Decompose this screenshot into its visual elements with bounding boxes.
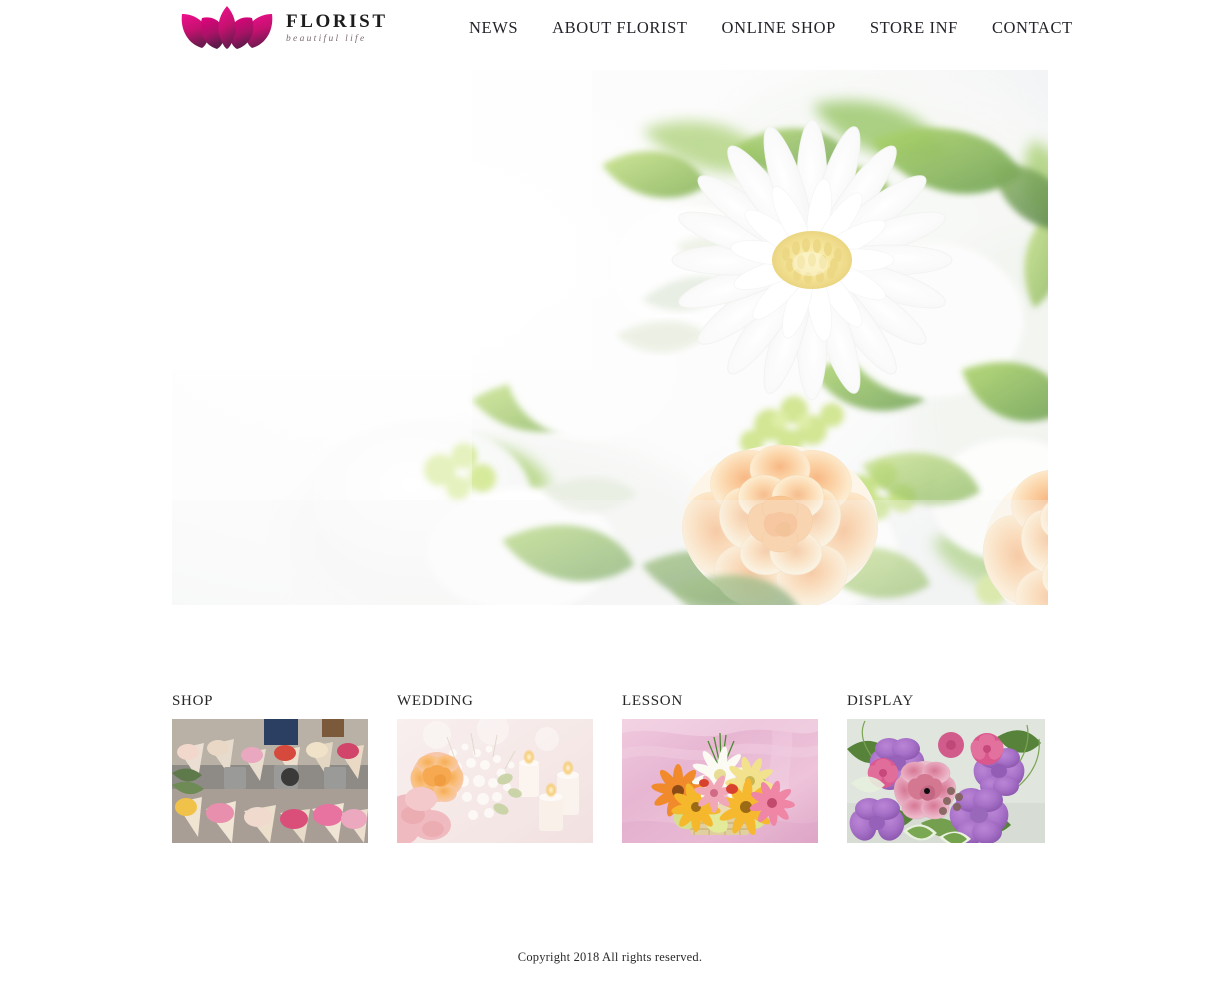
page-root: FLORIST beautiful life NEWS ABOUT FLORIS… xyxy=(0,0,1220,986)
copyright-text: Copyright 2018 All rights reserved. xyxy=(517,950,703,964)
nav-item-store-inf[interactable]: STORE INF xyxy=(853,18,975,38)
site-header: FLORIST beautiful life NEWS ABOUT FLORIS… xyxy=(0,0,1220,55)
nav-item-online-shop[interactable]: ONLINE SHOP xyxy=(705,18,853,38)
category-grid: SHOP WEDDING LESSON DISPLAY xyxy=(172,694,1048,843)
brand-logo-link[interactable]: FLORIST beautiful life xyxy=(178,2,388,52)
lotus-flower-icon xyxy=(178,4,276,50)
category-card-shop[interactable]: SHOP xyxy=(172,694,368,843)
category-card-wedding[interactable]: WEDDING xyxy=(397,694,593,843)
category-label-wedding: WEDDING xyxy=(397,693,474,709)
hero-image xyxy=(172,70,1048,605)
brand-name: FLORIST xyxy=(286,10,388,32)
brand-wordmark: FLORIST beautiful life xyxy=(286,10,388,44)
category-thumb-display xyxy=(847,719,1045,843)
brand-tagline: beautiful life xyxy=(286,33,367,44)
nav-item-about-florist[interactable]: ABOUT FLORIST xyxy=(535,18,704,38)
category-thumb-lesson xyxy=(622,719,818,843)
site-footer: Copyright 2018 All rights reserved. xyxy=(0,948,1220,966)
nav-item-contact[interactable]: CONTACT xyxy=(975,18,1090,38)
nav-item-news[interactable]: NEWS xyxy=(452,18,535,38)
category-card-lesson[interactable]: LESSON xyxy=(622,694,818,843)
category-label-lesson: LESSON xyxy=(622,693,683,709)
category-label-display: DISPLAY xyxy=(847,693,914,709)
main-navigation: NEWS ABOUT FLORIST ONLINE SHOP STORE INF… xyxy=(452,0,1090,55)
category-thumb-wedding xyxy=(397,719,593,843)
category-card-display[interactable]: DISPLAY xyxy=(847,694,1045,843)
category-thumb-shop xyxy=(172,719,368,843)
category-label-shop: SHOP xyxy=(172,693,214,709)
